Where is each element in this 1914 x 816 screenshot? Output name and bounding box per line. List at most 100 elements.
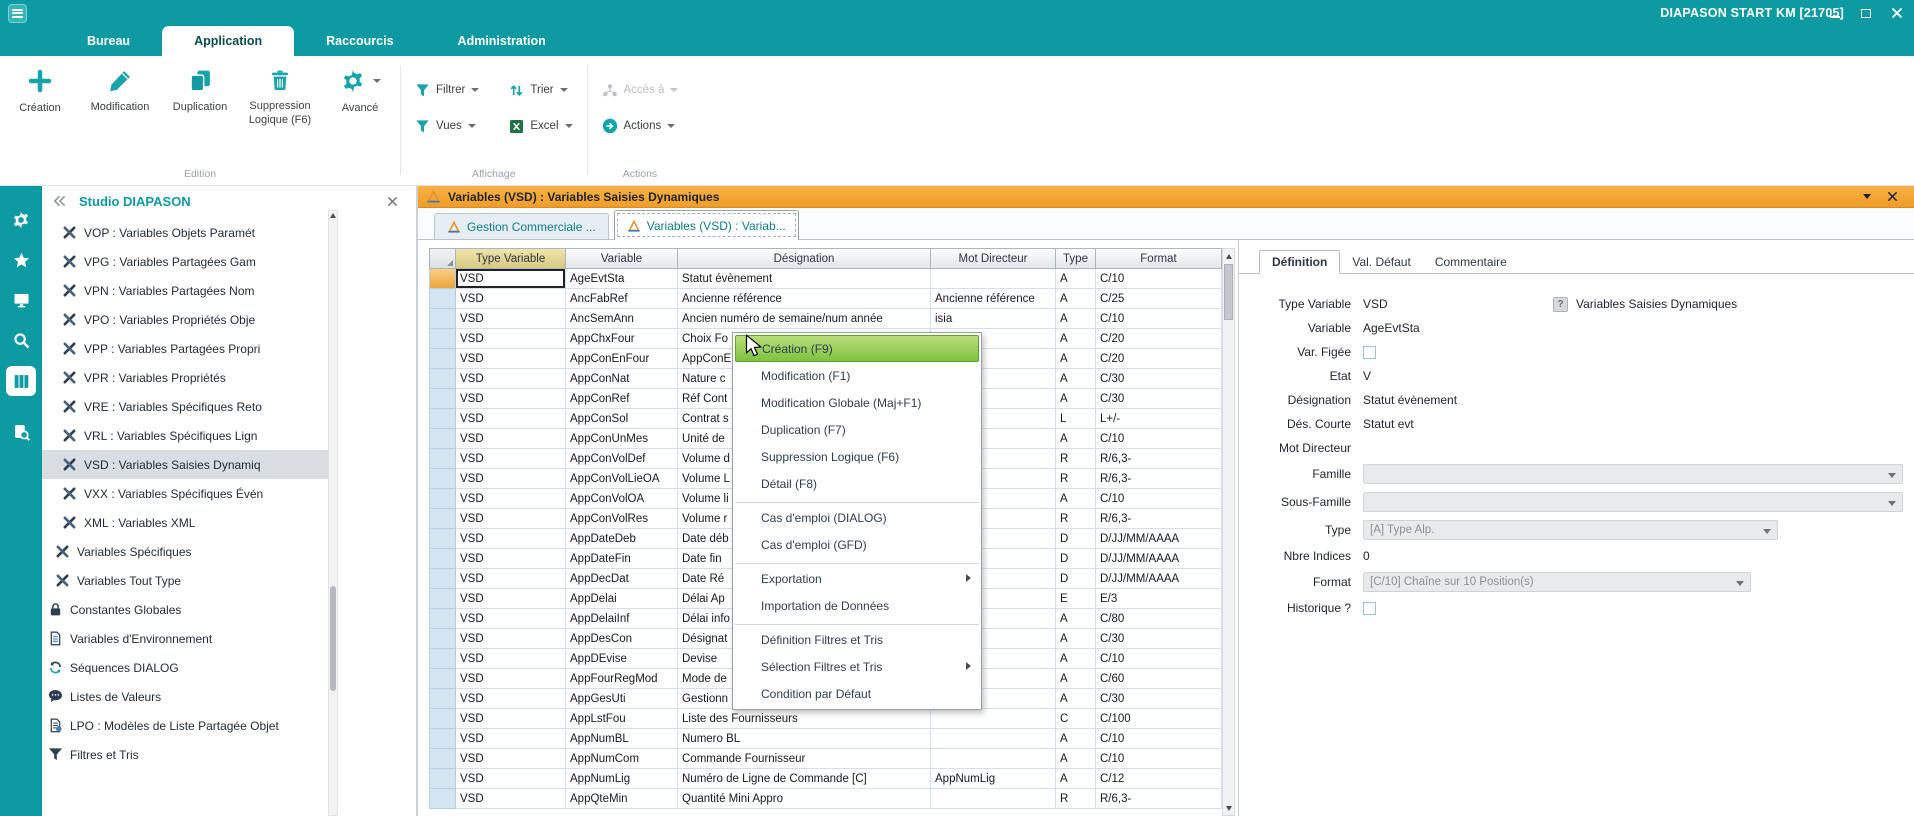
suppression-logique-button[interactable]: Suppression Logique (F6): [240, 56, 320, 128]
grid-corner-cell[interactable]: [429, 248, 456, 269]
sidebar-tree-item[interactable]: VPG : Variables Partagées Gam: [42, 247, 328, 276]
sidebar-tree-item[interactable]: VPO : Variables Propriétés Obje: [42, 305, 328, 334]
context-menu-item[interactable]: Détail (F8): [735, 470, 979, 497]
type-dropdown[interactable]: [A] Type Alp.: [1363, 520, 1778, 540]
row-selector-cell[interactable]: [429, 469, 456, 489]
window-menu-chevron-icon[interactable]: [1863, 194, 1871, 199]
column-header-variable[interactable]: Variable: [566, 248, 678, 269]
context-menu-item[interactable]: Suppression Logique (F6): [735, 443, 979, 470]
row-selector-cell[interactable]: [429, 509, 456, 529]
avance-button[interactable]: Avancé: [320, 56, 400, 115]
close-icon[interactable]: [1890, 5, 1904, 21]
scroll-up-icon[interactable]: [330, 213, 336, 218]
detail-tab[interactable]: Définition: [1259, 250, 1340, 274]
document-search-icon[interactable]: [6, 418, 36, 446]
modification-button[interactable]: Modification: [80, 56, 160, 114]
context-menu-item[interactable]: Modification (F1): [735, 362, 979, 389]
row-selector-cell[interactable]: [429, 749, 456, 769]
column-header-mot-directeur[interactable]: Mot Directeur: [931, 248, 1056, 269]
detail-tab[interactable]: Val. Défaut: [1340, 251, 1422, 273]
row-selector-cell[interactable]: [429, 369, 456, 389]
context-menu-item[interactable]: Sélection Filtres et Tris: [735, 653, 979, 680]
sidebar-tree-item[interactable]: VPR : Variables Propriétés: [42, 363, 328, 392]
sidebar-tree-item[interactable]: Variables Tout Type: [42, 566, 328, 595]
menu-tab[interactable]: Application: [162, 26, 294, 56]
sidebar-tree-item[interactable]: Listes de Valeurs: [42, 682, 328, 711]
famille-dropdown[interactable]: [1363, 464, 1903, 484]
chevron-down-icon[interactable]: [373, 79, 381, 83]
sidebar-tree-item[interactable]: VRL : Variables Spécifiques Lign: [42, 421, 328, 450]
sidebar-tree-item[interactable]: Constantes Globales: [42, 595, 328, 624]
actions-button[interactable]: Actions: [602, 118, 679, 134]
row-selector-cell[interactable]: [429, 729, 456, 749]
sidebar-scrollbar[interactable]: [328, 210, 338, 816]
sous-famille-dropdown[interactable]: [1363, 492, 1903, 512]
star-icon[interactable]: [6, 246, 36, 274]
sidebar-tree-item[interactable]: LPO : Modèles de Liste Partagée Objet: [42, 711, 328, 740]
historique-checkbox[interactable]: [1363, 602, 1376, 615]
scrollbar-thumb[interactable]: [1224, 264, 1233, 320]
context-menu-item[interactable]: [735, 497, 979, 504]
menu-tab[interactable]: Bureau: [55, 26, 162, 56]
row-selector-cell[interactable]: [429, 649, 456, 669]
row-selector-cell[interactable]: [429, 449, 456, 469]
column-header-type[interactable]: Type: [1056, 248, 1096, 269]
context-menu-item[interactable]: [735, 558, 979, 565]
row-selector-cell[interactable]: [429, 669, 456, 689]
sidebar-tree-item[interactable]: VRE : Variables Spécifiques Reto: [42, 392, 328, 421]
document-tab[interactable]: Variables (VSD) : Variab...: [614, 210, 799, 240]
menu-tab[interactable]: Administration: [426, 26, 578, 56]
search-icon[interactable]: [6, 326, 36, 354]
maximize-icon[interactable]: [1859, 5, 1873, 21]
settings-gear-icon[interactable]: [6, 206, 36, 234]
sidebar-tree-item[interactable]: VSD : Variables Saisies Dynamiq: [42, 450, 328, 479]
var-figee-checkbox[interactable]: [1363, 346, 1376, 359]
vues-button[interactable]: Vues: [415, 119, 479, 134]
column-header-type-variable[interactable]: Type Variable: [456, 248, 566, 269]
table-row[interactable]: VSD AppLstFou Liste des Fournisseurs C C…: [429, 709, 1222, 729]
row-selector-cell[interactable]: [429, 769, 456, 789]
menu-tab[interactable]: Raccourcis: [294, 26, 425, 56]
row-selector-cell[interactable]: [429, 569, 456, 589]
sidebar-tree-item[interactable]: VOP : Variables Objets Paramét: [42, 218, 328, 247]
document-tab[interactable]: Gestion Commerciale ...: [434, 213, 609, 239]
row-selector-cell[interactable]: [429, 789, 456, 809]
context-menu-item[interactable]: Exportation: [735, 565, 979, 592]
filtrer-button[interactable]: Filtrer: [415, 83, 479, 98]
close-document-icon[interactable]: [1887, 191, 1898, 202]
table-row[interactable]: VSD AppQteMin Quantité Mini Appro R R/6,…: [429, 789, 1222, 809]
columns-panel-icon[interactable]: [6, 366, 36, 396]
table-row[interactable]: VSD AppNumLig Numéro de Ligne de Command…: [429, 769, 1222, 789]
table-row[interactable]: VSD AncFabRef Ancienne référence Ancienn…: [429, 289, 1222, 309]
context-menu-item[interactable]: Définition Filtres et Tris: [735, 626, 979, 653]
sidebar-tree-item[interactable]: Variables Spécifiques: [42, 537, 328, 566]
collapse-sidebar-icon[interactable]: [52, 194, 67, 208]
context-menu-item[interactable]: Cas d'emploi (GFD): [735, 531, 979, 558]
row-selector-cell[interactable]: [429, 689, 456, 709]
column-header-designation[interactable]: Désignation: [678, 248, 931, 269]
sidebar-tree-item[interactable]: XML : Variables XML: [42, 508, 328, 537]
scrollbar-thumb[interactable]: [330, 586, 336, 691]
row-selector-cell[interactable]: [429, 289, 456, 309]
creation-button[interactable]: Création: [0, 56, 80, 115]
monitor-icon[interactable]: [6, 286, 36, 314]
table-row[interactable]: VSD AncSemAnn Ancien numéro de semaine/n…: [429, 309, 1222, 329]
help-icon[interactable]: ?: [1553, 297, 1568, 312]
row-selector-cell[interactable]: [429, 389, 456, 409]
sidebar-tree-item[interactable]: Séquences DIALOG: [42, 653, 328, 682]
minimize-icon[interactable]: [1828, 5, 1842, 21]
trier-button[interactable]: Trier: [509, 83, 572, 98]
row-selector-cell[interactable]: [429, 409, 456, 429]
sidebar-tree-item[interactable]: VPP : Variables Partagées Propri: [42, 334, 328, 363]
sidebar-tree-item[interactable]: Variables d'Environnement: [42, 624, 328, 653]
table-row[interactable]: VSD AppNumCom Commande Fournisseur A C/1…: [429, 749, 1222, 769]
context-menu-item[interactable]: Importation de Données: [735, 592, 979, 619]
close-sidebar-icon[interactable]: [387, 196, 398, 207]
sidebar-tree-item[interactable]: VXX : Variables Spécifiques Évén: [42, 479, 328, 508]
row-selector-cell[interactable]: [429, 589, 456, 609]
table-row[interactable]: VSD AgeEvtSta Statut évènement A C/10: [429, 269, 1222, 289]
scroll-up-icon[interactable]: [1223, 249, 1234, 263]
column-header-format[interactable]: Format: [1096, 248, 1222, 269]
context-menu-item[interactable]: Condition par Défaut: [735, 680, 979, 707]
sidebar-tree-item[interactable]: VPN : Variables Partagées Nom: [42, 276, 328, 305]
